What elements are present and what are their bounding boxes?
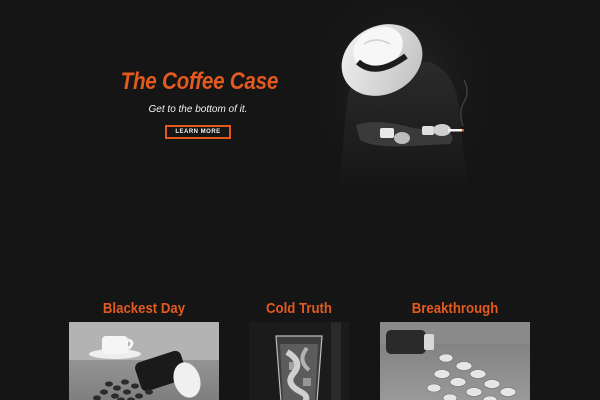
coffee-cup-and-beans-image[interactable] — [69, 322, 219, 400]
feature-card-blackest-day[interactable]: Blackest Day — [69, 298, 219, 400]
iced-coffee-glass-image[interactable] — [249, 322, 349, 400]
hero-subtitle: Get to the bottom of it. — [148, 104, 248, 115]
spilled-pills-image[interactable] — [380, 322, 530, 400]
feature-card-breakthrough[interactable]: Breakthrough — [380, 298, 530, 400]
feature-card-cold-truth[interactable]: Cold Truth — [249, 298, 349, 400]
hero-section: The Coffee Case Get to the bottom of it.… — [0, 0, 600, 250]
feature-title: Blackest Day — [102, 300, 186, 317]
page: The Coffee Case Get to the bottom of it.… — [0, 0, 600, 400]
hero-detective-photo — [318, 0, 488, 190]
feature-title: Breakthrough — [411, 300, 499, 317]
hero-title: The Coffee Case — [120, 68, 279, 95]
learn-more-button[interactable]: LEARN MORE — [165, 125, 231, 139]
feature-title: Cold Truth — [266, 300, 332, 317]
hero-text-block: The Coffee Case Get to the bottom of it.… — [108, 68, 288, 139]
